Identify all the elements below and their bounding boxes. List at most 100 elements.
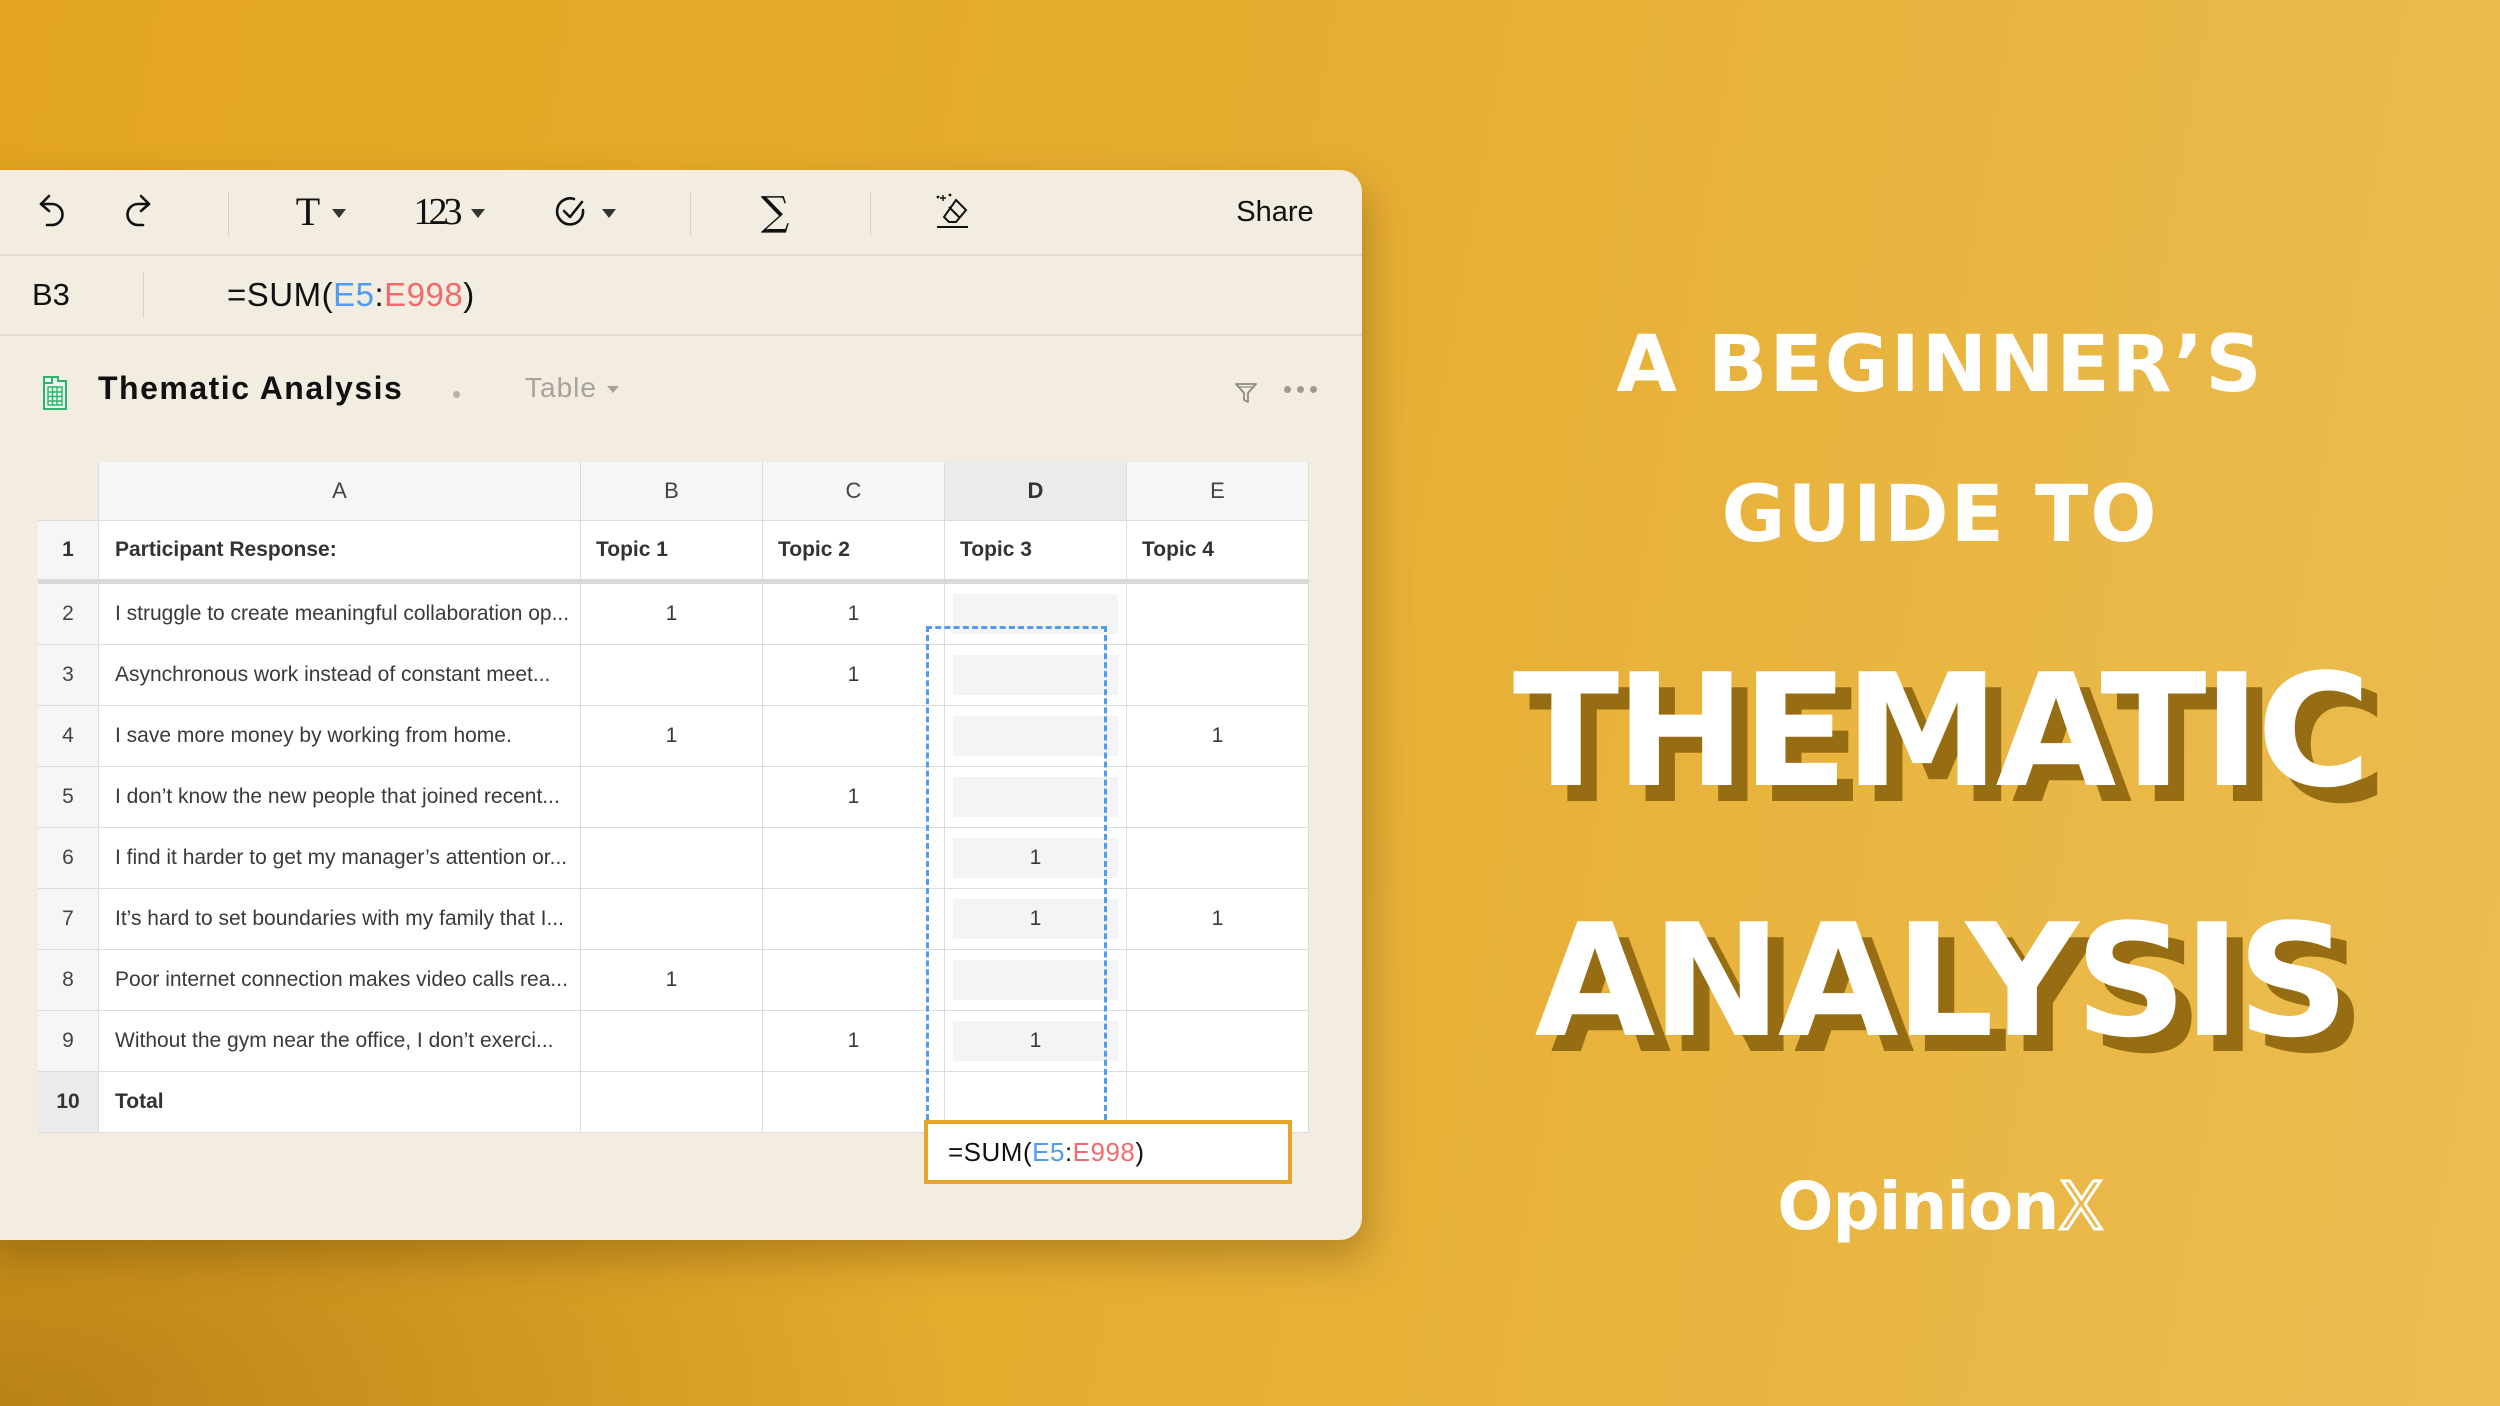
row-number[interactable]: 10	[38, 1071, 99, 1133]
cell-c[interactable]	[762, 888, 945, 950]
cell-e[interactable]	[1126, 766, 1309, 828]
row-number[interactable]: 9	[38, 1010, 99, 1072]
sigma-icon: ∑	[760, 189, 790, 235]
redo-button[interactable]	[118, 170, 158, 254]
more-icon[interactable]	[1284, 386, 1317, 393]
cell-a[interactable]: Poor internet connection makes video cal…	[98, 949, 581, 1011]
range-separator: :	[374, 276, 385, 313]
validation-dropdown[interactable]	[542, 170, 626, 254]
cell-d[interactable]: 1	[944, 1010, 1127, 1072]
cell-e[interactable]	[1126, 949, 1309, 1011]
brand-logo: OpinionX	[1450, 1167, 2430, 1247]
selected-cell-value	[953, 655, 1118, 695]
table-row: 6I find it harder to get my manager’s at…	[38, 827, 1309, 889]
header-cell-b[interactable]: Topic 1	[580, 520, 763, 584]
redo-icon	[126, 194, 151, 227]
cell-d[interactable]	[944, 644, 1127, 706]
text-format-dropdown[interactable]: T	[286, 170, 356, 254]
cell-c[interactable]	[762, 827, 945, 889]
cell-a[interactable]: I find it harder to get my manager’s att…	[98, 827, 581, 889]
selected-cell-value	[953, 594, 1118, 634]
cell-b[interactable]	[580, 766, 763, 828]
cell-e[interactable]	[1126, 1010, 1309, 1072]
cell-a[interactable]: I save more money by working from home.	[98, 705, 581, 767]
cell-d[interactable]	[944, 581, 1127, 645]
cell-b[interactable]: 1	[580, 581, 763, 645]
cell-e[interactable]: 1	[1126, 705, 1309, 767]
separator-dot	[453, 391, 460, 398]
promo-panel: A BEGINNER’S GUIDE TO THEMATIC ANALYSIS …	[1450, 0, 2430, 1406]
row-number[interactable]: 6	[38, 827, 99, 889]
column-header-d[interactable]: D	[944, 462, 1127, 521]
sum-button[interactable]: ∑	[750, 170, 800, 254]
table-row: 2I struggle to create meaningful collabo…	[38, 581, 1309, 645]
cell-a[interactable]: Without the gym near the office, I don’t…	[98, 1010, 581, 1072]
column-header-a[interactable]: A	[98, 462, 581, 521]
view-dropdown[interactable]: Table	[525, 372, 619, 404]
formula-input[interactable]: =SUM(E5: E998)	[227, 256, 475, 334]
brand-name: Opinion	[1777, 1168, 2059, 1245]
cell-c[interactable]	[762, 705, 945, 767]
selected-cell-value: 1	[953, 838, 1118, 878]
total-cell-b[interactable]	[580, 1071, 763, 1133]
range-start-ref: E5	[1032, 1136, 1065, 1167]
table-row: 4I save more money by working from home.…	[38, 705, 1309, 767]
row-number[interactable]: 8	[38, 949, 99, 1011]
cell-c[interactable]: 1	[762, 1010, 945, 1072]
toolbar-divider	[870, 192, 871, 236]
column-header-c[interactable]: C	[762, 462, 945, 521]
cell-b[interactable]	[580, 888, 763, 950]
cell-d[interactable]: 1	[944, 888, 1127, 950]
filter-icon[interactable]	[1234, 381, 1258, 405]
column-header-e[interactable]: E	[1126, 462, 1309, 521]
cell-e[interactable]: 1	[1126, 888, 1309, 950]
row-number[interactable]: 2	[38, 581, 99, 645]
cell-a[interactable]: I struggle to create meaningful collabor…	[98, 581, 581, 645]
cell-b[interactable]	[580, 827, 763, 889]
text-format-icon: T	[295, 189, 321, 234]
cell-d[interactable]	[944, 705, 1127, 767]
cell-b[interactable]: 1	[580, 949, 763, 1011]
row-number[interactable]: 7	[38, 888, 99, 950]
cell-c[interactable]	[762, 949, 945, 1011]
row-number[interactable]: 3	[38, 644, 99, 706]
cell-a[interactable]: It’s hard to set boundaries with my fami…	[98, 888, 581, 950]
spreadsheet-window: T 123 ∑ Share B3 =SUM(E5: E998) Thema…	[0, 170, 1362, 1240]
cell-a[interactable]: Asynchronous work instead of constant me…	[98, 644, 581, 706]
selected-cell-value	[953, 777, 1118, 817]
header-cell-a[interactable]: Participant Response:	[98, 520, 581, 584]
cell-e[interactable]	[1126, 827, 1309, 889]
number-format-icon: 123	[413, 191, 463, 233]
header-cell-d[interactable]: Topic 3	[944, 520, 1127, 584]
cell-b[interactable]	[580, 644, 763, 706]
undo-button[interactable]	[32, 170, 72, 254]
range-start-ref: E5	[333, 276, 375, 313]
column-header-b[interactable]: B	[580, 462, 763, 521]
cell-reference[interactable]: B3	[32, 256, 70, 334]
total-cell-c[interactable]	[762, 1071, 945, 1133]
header-cell-e[interactable]: Topic 4	[1126, 520, 1309, 584]
total-label-cell[interactable]: Total	[98, 1071, 581, 1133]
cell-e[interactable]	[1126, 581, 1309, 645]
cell-b[interactable]	[580, 1010, 763, 1072]
cell-d[interactable]	[944, 949, 1127, 1011]
number-format-dropdown[interactable]: 123	[404, 170, 494, 254]
cell-d[interactable]	[944, 766, 1127, 828]
cell-c[interactable]: 1	[762, 581, 945, 645]
cell-d[interactable]: 1	[944, 827, 1127, 889]
cell-c[interactable]: 1	[762, 644, 945, 706]
cell-b[interactable]: 1	[580, 705, 763, 767]
cell-a[interactable]: I don’t know the new people that joined …	[98, 766, 581, 828]
sheet-header: Thematic Analysis Table	[0, 334, 1362, 446]
header-cell-c[interactable]: Topic 2	[762, 520, 945, 584]
clear-format-button[interactable]	[932, 170, 976, 254]
cell-c[interactable]: 1	[762, 766, 945, 828]
row-number[interactable]: 1	[38, 520, 99, 584]
cell-e[interactable]	[1126, 644, 1309, 706]
row-number[interactable]: 4	[38, 705, 99, 767]
chevron-down-icon	[602, 209, 616, 218]
share-button[interactable]: Share	[1220, 170, 1330, 254]
row-number[interactable]: 5	[38, 766, 99, 828]
view-label: Table	[525, 372, 597, 403]
active-cell-editor[interactable]: =SUM(E5: E998)	[924, 1120, 1292, 1184]
